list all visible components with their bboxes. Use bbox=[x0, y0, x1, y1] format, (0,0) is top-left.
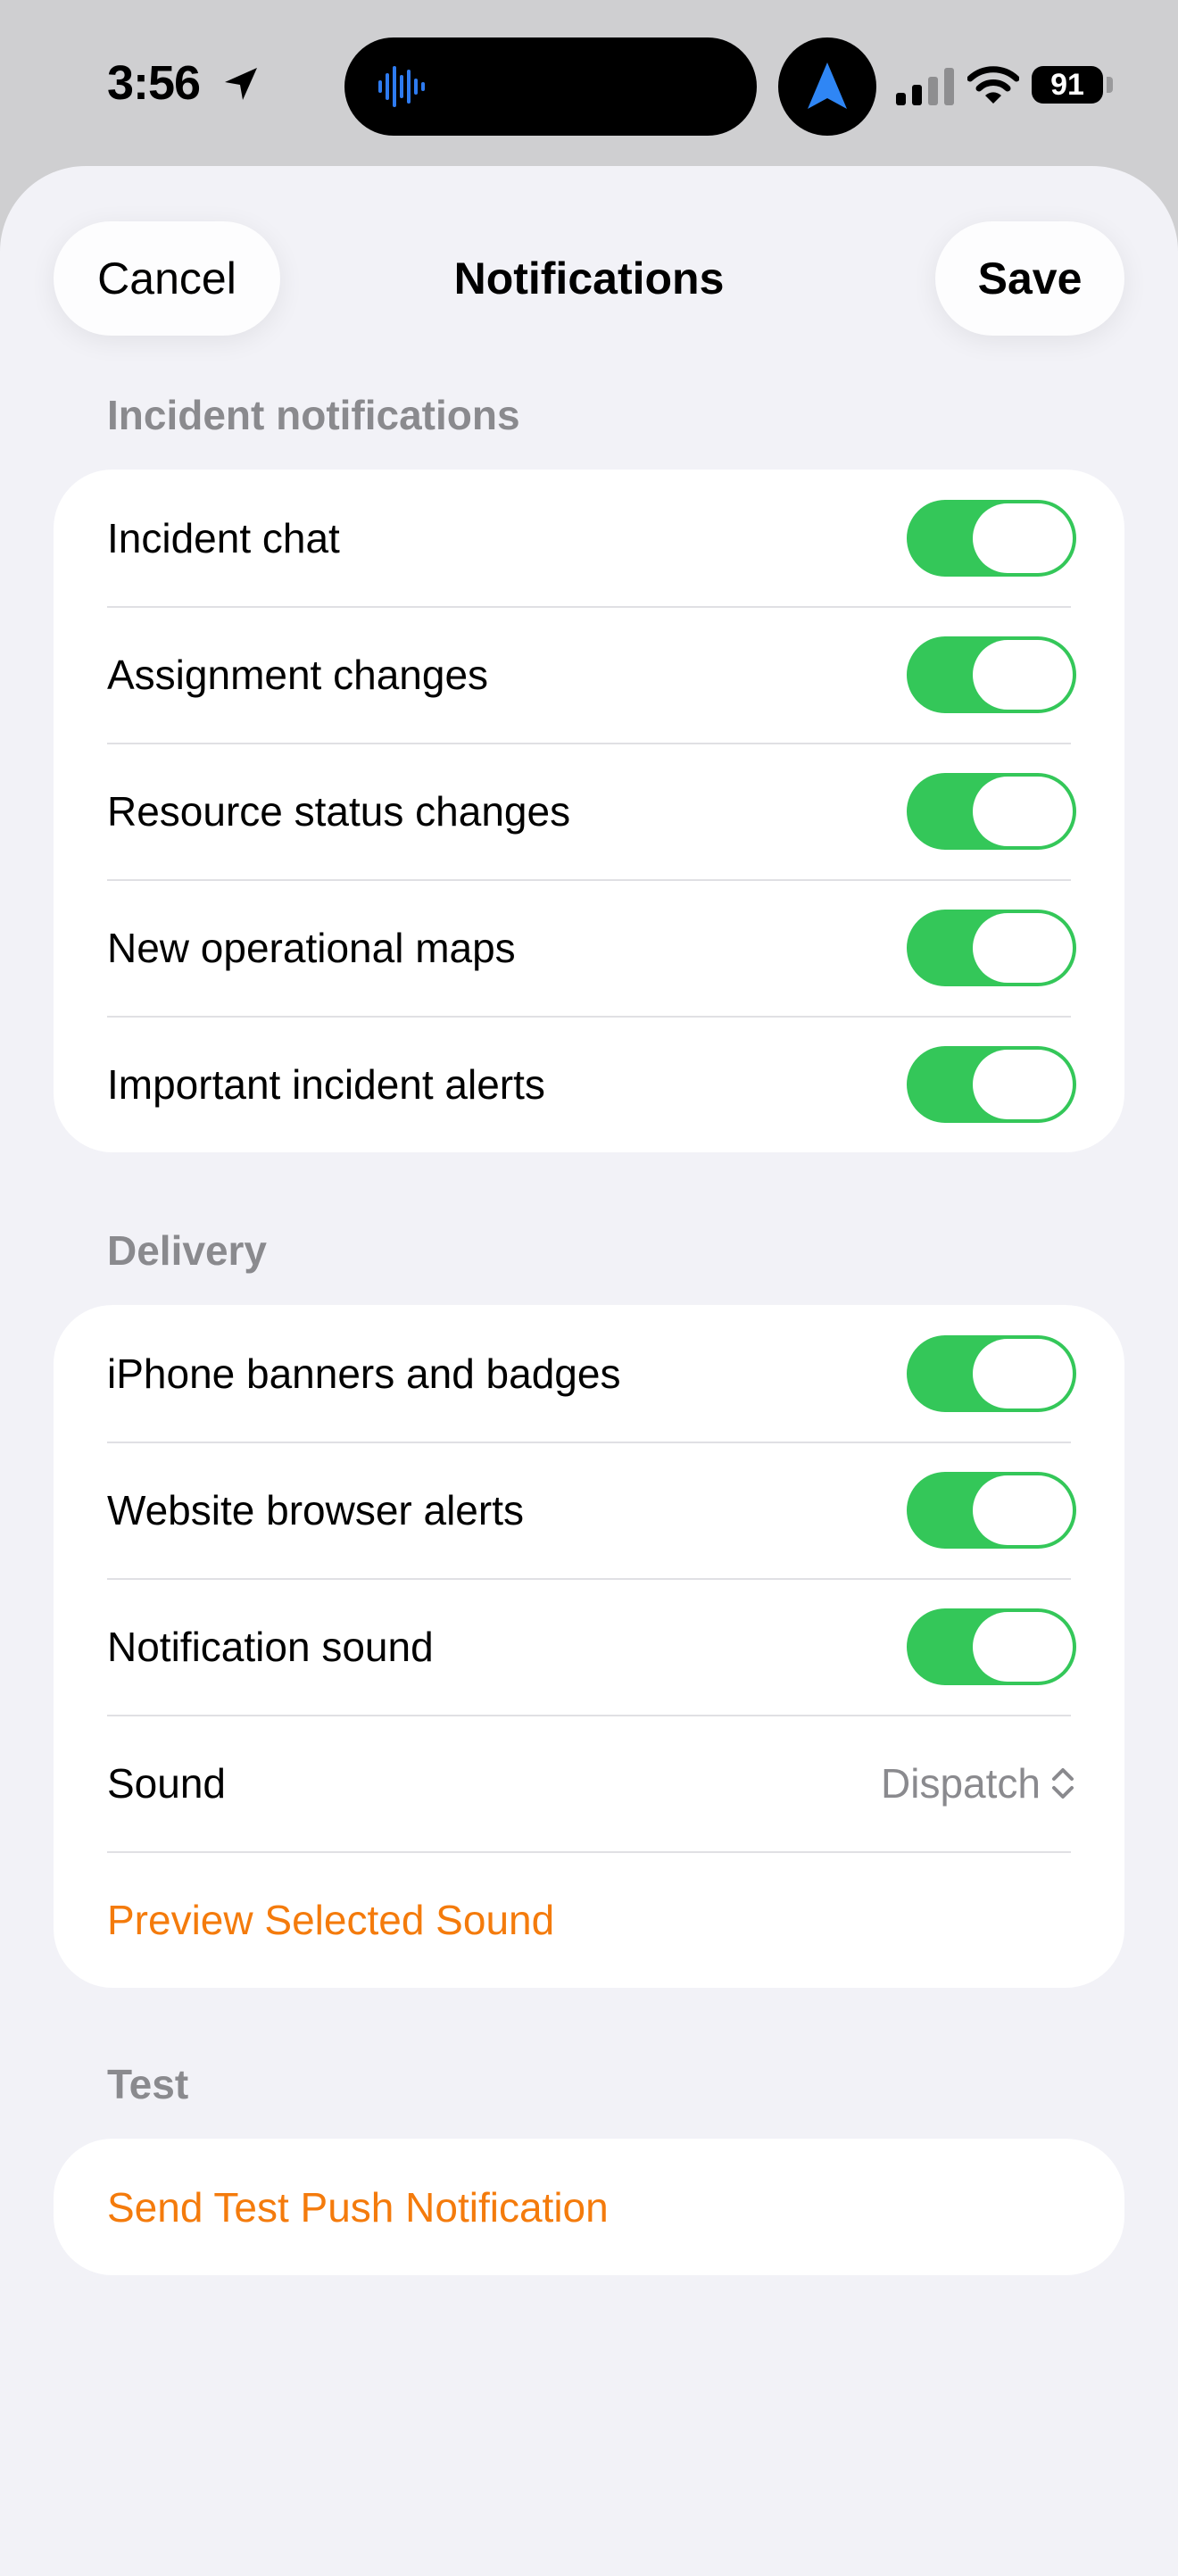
signal-icon bbox=[896, 68, 954, 105]
incident-card: Incident chat Assignment changes Resourc… bbox=[54, 469, 1124, 1152]
toggle-iphone-banners[interactable] bbox=[907, 1334, 1076, 1412]
navigation-bubble[interactable] bbox=[778, 37, 876, 136]
row-label: Incident chat bbox=[107, 514, 340, 561]
sound-value-text: Dispatch bbox=[881, 1759, 1041, 1807]
row-label: Resource status changes bbox=[107, 787, 571, 835]
row-website-browser-alerts: Website browser alerts bbox=[54, 1442, 1124, 1578]
toggle-important-incident-alerts[interactable] bbox=[907, 1045, 1076, 1123]
row-assignment-changes: Assignment changes bbox=[54, 606, 1124, 743]
toggle-assignment-changes[interactable] bbox=[907, 636, 1076, 713]
toggle-knob bbox=[973, 1338, 1073, 1408]
row-label: Assignment changes bbox=[107, 651, 489, 698]
row-notification-sound: Notification sound bbox=[54, 1578, 1124, 1715]
row-sound-picker[interactable]: Sound Dispatch bbox=[54, 1715, 1124, 1851]
toggle-knob bbox=[973, 1049, 1073, 1119]
sound-value[interactable]: Dispatch bbox=[881, 1759, 1076, 1807]
sound-label: Sound bbox=[107, 1759, 227, 1807]
battery-tip bbox=[1107, 77, 1113, 93]
preview-sound-label: Preview Selected Sound bbox=[107, 1896, 555, 1943]
delivery-card: iPhone banners and badges Website browse… bbox=[54, 1305, 1124, 1988]
audio-wave-icon bbox=[378, 66, 425, 107]
row-label: iPhone banners and badges bbox=[107, 1350, 621, 1397]
save-button[interactable]: Save bbox=[935, 221, 1124, 336]
toggle-knob bbox=[973, 1611, 1073, 1682]
chevron-up-down-icon bbox=[1052, 1767, 1074, 1799]
toggle-knob bbox=[973, 776, 1073, 846]
dynamic-island[interactable] bbox=[344, 37, 757, 136]
wifi-icon bbox=[967, 66, 1019, 104]
send-test-push-label: Send Test Push Notification bbox=[107, 2183, 609, 2231]
battery-icon: 91 bbox=[1032, 66, 1103, 104]
section-header-delivery: Delivery bbox=[107, 1227, 268, 1274]
toggle-resource-status-changes[interactable] bbox=[907, 772, 1076, 850]
row-label: Notification sound bbox=[107, 1623, 434, 1670]
row-label: Important incident alerts bbox=[107, 1060, 545, 1108]
toggle-knob bbox=[973, 503, 1073, 573]
navigation-icon bbox=[808, 62, 847, 109]
row-important-incident-alerts: Important incident alerts bbox=[54, 1016, 1124, 1152]
row-new-operational-maps: New operational maps bbox=[54, 879, 1124, 1016]
test-card: Send Test Push Notification bbox=[54, 2139, 1124, 2275]
toggle-new-operational-maps[interactable] bbox=[907, 909, 1076, 986]
row-incident-chat: Incident chat bbox=[54, 469, 1124, 606]
row-label: New operational maps bbox=[107, 924, 516, 971]
row-iphone-banners: iPhone banners and badges bbox=[54, 1305, 1124, 1442]
toggle-knob bbox=[973, 1475, 1073, 1545]
send-test-push-button[interactable]: Send Test Push Notification bbox=[54, 2139, 1124, 2275]
preview-sound-button[interactable]: Preview Selected Sound bbox=[54, 1851, 1124, 1988]
section-header-test: Test bbox=[107, 2061, 189, 2107]
row-label: Website browser alerts bbox=[107, 1486, 524, 1533]
status-time: 3:56 bbox=[107, 56, 201, 110]
row-resource-status-changes: Resource status changes bbox=[54, 743, 1124, 879]
toggle-notification-sound[interactable] bbox=[907, 1608, 1076, 1685]
status-bar: 3:56 91 bbox=[0, 0, 1178, 170]
toggle-knob bbox=[973, 639, 1073, 710]
section-header-incident: Incident notifications bbox=[107, 392, 520, 438]
toggle-website-browser-alerts[interactable] bbox=[907, 1471, 1076, 1549]
notifications-sheet: Cancel Notifications Save Incident notif… bbox=[0, 166, 1178, 2576]
toggle-knob bbox=[973, 912, 1073, 983]
toggle-incident-chat[interactable] bbox=[907, 499, 1076, 577]
location-arrow-icon bbox=[225, 68, 257, 100]
